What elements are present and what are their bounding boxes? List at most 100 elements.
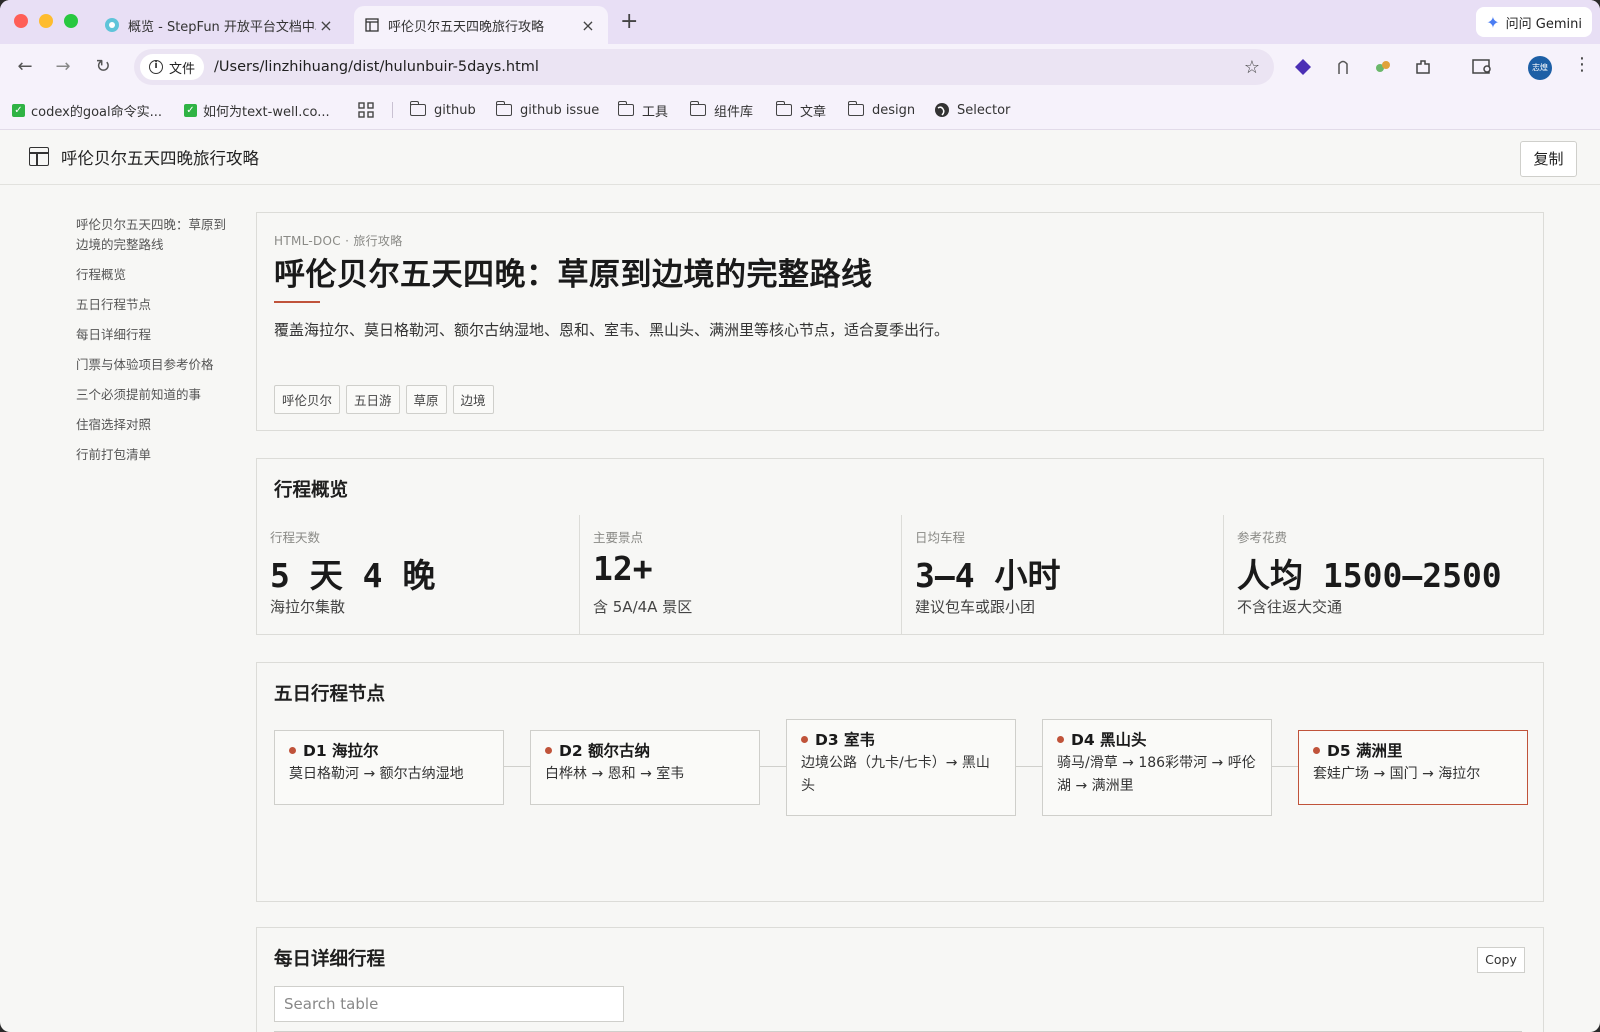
node-route: 白桦林 → 恩和 → 室韦 bbox=[545, 766, 685, 782]
hero-lede: 覆盖海拉尔、莫日格勒河、额尔古纳湿地、恩和、室韦、黑山头、满洲里等核心节点，适合… bbox=[274, 321, 950, 339]
section-title: 每日详细行程 bbox=[274, 949, 386, 970]
toc-item-ticket-prices[interactable]: 门票与体验项目参考价格 bbox=[76, 355, 236, 375]
new-tab-icon[interactable]: + bbox=[620, 9, 638, 34]
bookmark-label: 工具 bbox=[642, 104, 669, 120]
globe-icon bbox=[934, 102, 950, 118]
site-info-chip[interactable]: i 文件 bbox=[140, 54, 205, 80]
tab-stepfun-docs[interactable]: 概览 - StepFun 开放平台文档中心 × bbox=[96, 6, 346, 44]
bookmark-folder-github[interactable]: github bbox=[409, 100, 476, 120]
bookmarks-bar: ✓ codex的goal命令实... ✓ 如何为text-well.co... … bbox=[0, 90, 1600, 130]
toc-item-five-day-nodes[interactable]: 五日行程节点 bbox=[76, 295, 236, 315]
toc-item-lodging[interactable]: 住宿选择对照 bbox=[76, 415, 236, 435]
bookmark-label: 如何为text-well.co... bbox=[203, 104, 330, 120]
document-favicon-icon bbox=[364, 17, 380, 33]
close-window-button[interactable] bbox=[14, 14, 28, 28]
stat-daily-drive: 日均车程 3–4 小时 建议包车或跟小团 bbox=[901, 515, 1223, 635]
tag: 边境 bbox=[452, 385, 494, 414]
bookmark-selector[interactable]: Selector bbox=[934, 100, 1010, 120]
bookmark-star-icon[interactable]: ☆ bbox=[1244, 57, 1260, 78]
node-route: 套娃广场 → 国门 → 海拉尔 bbox=[1313, 766, 1481, 782]
bookmark-folder-github-issue[interactable]: github issue bbox=[495, 100, 599, 120]
title-accent-line bbox=[274, 301, 320, 303]
gemini-sparkle-icon: ✦ bbox=[1486, 12, 1500, 32]
folder-icon bbox=[775, 101, 792, 116]
day-node-d2: D2 额尔古纳 白桦林 → 恩和 → 室韦 bbox=[530, 730, 760, 805]
diamond-extension-icon[interactable] bbox=[1294, 58, 1312, 76]
folder-icon bbox=[617, 101, 634, 116]
puzzle-colored-extension-icon[interactable] bbox=[1374, 58, 1392, 76]
hero-title: 呼伦贝尔五天四晚：草原到边境的完整路线 bbox=[274, 257, 873, 293]
browser-toolbar: ← → ↻ i 文件 /Users/linzhihuang/dist/hulun… bbox=[0, 44, 1600, 90]
bookmark-folder-tools[interactable]: 工具 bbox=[617, 100, 669, 120]
node-day: D1 海拉尔 bbox=[303, 742, 379, 760]
stat-note: 不含往返大交通 bbox=[1237, 598, 1343, 616]
table-search-input[interactable] bbox=[274, 986, 624, 1022]
address-bar[interactable]: i 文件 /Users/linzhihuang/dist/hulunbuir-5… bbox=[134, 49, 1274, 85]
bookmark-folder-articles[interactable]: 文章 bbox=[775, 100, 827, 120]
day-node-d3: D3 室韦 边境公路（九卡/七卡）→ 黑山头 bbox=[786, 719, 1016, 816]
stepfun-favicon-icon bbox=[104, 17, 120, 33]
browser-menu-icon[interactable]: ⋮ bbox=[1573, 54, 1591, 75]
copy-table-button[interactable]: Copy bbox=[1477, 947, 1525, 973]
bookmark-label: Selector bbox=[957, 102, 1011, 118]
reader-extension-icon[interactable] bbox=[1334, 58, 1352, 76]
toc-item-overview[interactable]: 行程概览 bbox=[76, 265, 236, 285]
tab-title: 呼伦贝尔五天四晚旅行攻略 bbox=[388, 19, 545, 35]
bookmark-folder-components[interactable]: 组件库 bbox=[689, 100, 753, 120]
dot-icon bbox=[545, 746, 552, 754]
extensions-puzzle-icon[interactable] bbox=[1414, 58, 1432, 76]
bookmark-codex-goal[interactable]: ✓ codex的goal命令实... bbox=[12, 100, 162, 120]
toc-item-intro[interactable]: 呼伦贝尔五天四晚：草原到边境的完整路线 bbox=[76, 215, 236, 255]
folder-icon bbox=[495, 101, 512, 116]
profile-avatar[interactable]: 志煌 bbox=[1528, 56, 1552, 80]
node-day: D3 室韦 bbox=[815, 731, 876, 749]
stat-value: 人均 1500–2500 bbox=[1237, 556, 1502, 595]
day-node-d4: D4 黑山头 骑马/滑草 → 186彩带河 → 呼伦湖 → 满洲里 bbox=[1042, 719, 1272, 816]
ask-gemini-button[interactable]: ✦ 问问 Gemini bbox=[1476, 7, 1592, 37]
minimize-window-button[interactable] bbox=[39, 14, 53, 28]
tab-strip: 概览 - StepFun 开放平台文档中心 × 呼伦贝尔五天四晚旅行攻略 × +… bbox=[0, 0, 1600, 44]
toc-item-packing-list[interactable]: 行前打包清单 bbox=[76, 445, 236, 465]
site-info-label: 文件 bbox=[169, 61, 196, 77]
bookmark-folder-design[interactable]: design bbox=[847, 100, 915, 120]
node-route: 边境公路（九卡/七卡）→ 黑山头 bbox=[801, 755, 990, 794]
forward-arrow-icon[interactable]: → bbox=[52, 56, 74, 78]
info-icon: i bbox=[149, 60, 163, 74]
tab-search-icon[interactable] bbox=[1472, 58, 1494, 76]
tag-list: 呼伦贝尔 五日游 草原 边境 bbox=[274, 385, 500, 414]
stat-label: 主要景点 bbox=[593, 530, 644, 545]
close-tab-icon[interactable]: × bbox=[316, 16, 336, 35]
close-tab-icon[interactable]: × bbox=[578, 16, 598, 35]
toc-item-daily-itinerary[interactable]: 每日详细行程 bbox=[76, 325, 236, 345]
node-route: 骑马/滑草 → 186彩带河 → 呼伦湖 → 满洲里 bbox=[1057, 755, 1256, 794]
copy-document-button[interactable]: 复制 bbox=[1520, 141, 1577, 177]
daily-itinerary-card: 每日详细行程 Copy bbox=[256, 927, 1544, 1032]
reload-icon[interactable]: ↻ bbox=[92, 56, 114, 78]
stat-attractions: 主要景点 12+ 含 5A/4A 景区 bbox=[579, 515, 901, 635]
node-route: 莫日格勒河 → 额尔古纳湿地 bbox=[289, 766, 464, 782]
bookmark-label: github bbox=[434, 102, 476, 118]
maximize-window-button[interactable] bbox=[64, 14, 78, 28]
apps-grid-icon[interactable] bbox=[358, 100, 374, 120]
section-title: 五日行程节点 bbox=[274, 684, 386, 705]
dot-icon bbox=[801, 735, 808, 743]
table-of-contents: 呼伦贝尔五天四晚：草原到边境的完整路线 行程概览 五日行程节点 每日详细行程 门… bbox=[76, 215, 236, 475]
check-icon: ✓ bbox=[184, 103, 197, 117]
day-node-d5: D5 满洲里 套娃广场 → 国门 → 海拉尔 bbox=[1298, 730, 1528, 805]
document-layout-icon bbox=[29, 147, 49, 166]
bookmark-text-well[interactable]: ✓ 如何为text-well.co... bbox=[184, 100, 330, 120]
five-day-nodes-card: 五日行程节点 D1 海拉尔 莫日格勒河 → 额尔古纳湿地 D2 额尔古纳 白桦林… bbox=[256, 662, 1544, 902]
ask-gemini-label: 问问 Gemini bbox=[1505, 16, 1582, 32]
toc-item-three-tips[interactable]: 三个必须提前知道的事 bbox=[76, 385, 236, 405]
stat-label: 参考花费 bbox=[1237, 530, 1288, 545]
tab-hulunbuir-guide[interactable]: 呼伦贝尔五天四晚旅行攻略 × bbox=[354, 6, 608, 44]
stat-days: 行程天数 5 天 4 晚 海拉尔集散 bbox=[257, 515, 579, 635]
document-header: 呼伦贝尔五天四晚旅行攻略 复制 bbox=[0, 130, 1600, 185]
back-arrow-icon[interactable]: ← bbox=[14, 56, 36, 78]
bookmark-separator bbox=[392, 102, 393, 118]
url-text[interactable]: /Users/linzhihuang/dist/hulunbuir-5days.… bbox=[214, 59, 539, 75]
stat-note: 海拉尔集散 bbox=[270, 598, 346, 616]
node-day: D2 额尔古纳 bbox=[559, 742, 651, 760]
section-title: 行程概览 bbox=[274, 480, 349, 501]
bookmark-label: 文章 bbox=[800, 104, 827, 120]
